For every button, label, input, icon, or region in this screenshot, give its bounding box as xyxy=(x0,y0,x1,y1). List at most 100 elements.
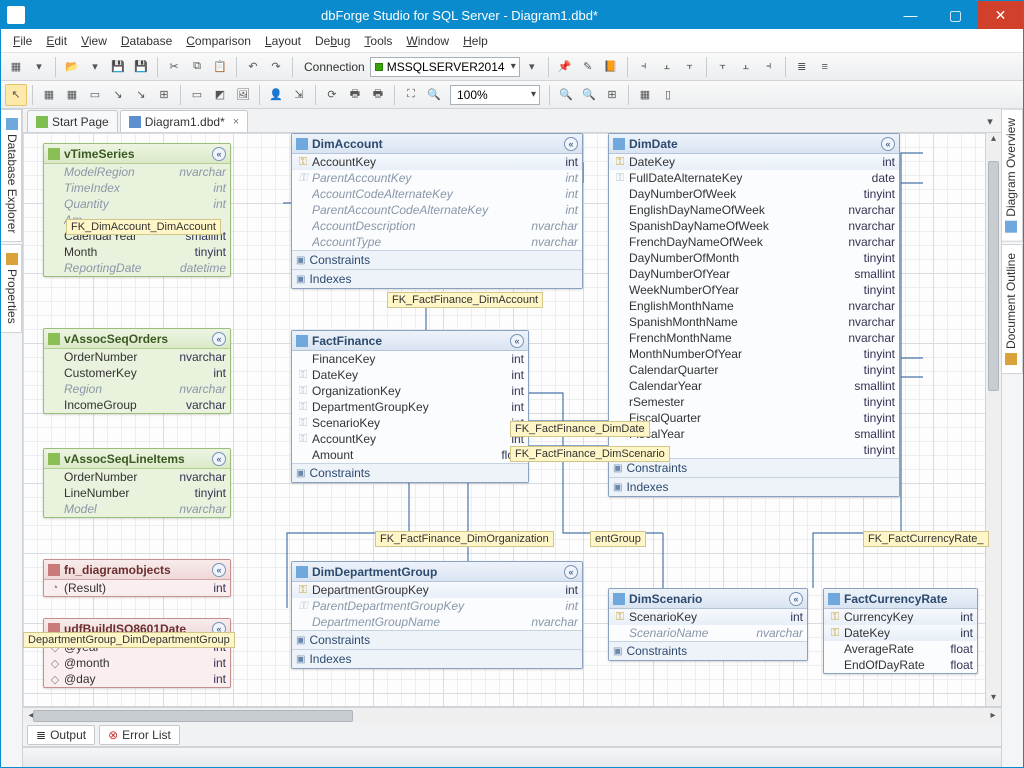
column-row[interactable]: FinanceKeyint xyxy=(292,351,528,367)
horizontal-scrollbar[interactable]: ◂▸ xyxy=(23,707,1001,723)
column-row[interactable]: CalendarYearsmallint xyxy=(609,378,899,394)
redo-button[interactable]: ↷ xyxy=(265,56,287,78)
add-virtual-relation-button[interactable]: ↘ xyxy=(130,84,152,106)
entity-vassocseqorders[interactable]: vAssocSeqOrders« OrderNumbernvarcharCust… xyxy=(43,328,231,414)
column-row[interactable]: Quantityint xyxy=(44,196,230,212)
print-button[interactable]: 🖶 xyxy=(344,84,366,106)
entity-factfinance[interactable]: FactFinance« FinanceKeyintDateKeyintOrga… xyxy=(291,330,529,483)
column-row[interactable]: DayNumberOfMonthtinyint xyxy=(609,250,899,266)
tab-overflow-button[interactable]: ▾ xyxy=(979,110,1001,132)
layout-tree-button[interactable]: ⊞ xyxy=(153,84,175,106)
menu-window[interactable]: Window xyxy=(400,32,455,50)
new-sql-button[interactable]: ▦ xyxy=(5,56,27,78)
collapse-icon[interactable]: « xyxy=(881,137,895,151)
tab-properties[interactable]: Properties xyxy=(1,244,22,333)
column-row[interactable]: DayNumberOfYearsmallint xyxy=(609,266,899,282)
entity-udfbuildiso8601date[interactable]: udfBuildISO8601Date« @yearint@monthint@d… xyxy=(43,618,231,688)
column-row[interactable]: LineNumbertinyint xyxy=(44,485,230,501)
stamp-button[interactable]: ◩ xyxy=(209,84,231,106)
section-indexes[interactable]: Indexes xyxy=(292,649,582,668)
entity-vassocseqlineitems[interactable]: vAssocSeqLineItems« OrderNumbernvarcharL… xyxy=(43,448,231,518)
collapse-icon[interactable]: « xyxy=(212,147,226,161)
entity-vtimeseries[interactable]: vTimeSeries« ModelRegionnvarcharTimeInde… xyxy=(43,143,231,277)
pin-button[interactable]: 📌 xyxy=(554,56,576,78)
column-row[interactable]: Amountfloat xyxy=(292,447,528,463)
zoom-select[interactable]: 100% xyxy=(450,85,540,105)
menu-debug[interactable]: Debug xyxy=(309,32,356,50)
column-row[interactable]: ParentDepartmentGroupKeyint xyxy=(292,598,582,614)
entity-factcurrencyrate[interactable]: FactCurrencyRate CurrencyKeyint DateKeyi… xyxy=(823,588,978,674)
distribute-h-button[interactable]: ≣ xyxy=(791,56,813,78)
new-sql-dropdown[interactable]: ▾ xyxy=(28,56,50,78)
column-row[interactable]: Monthtinyint xyxy=(44,244,230,260)
align-middle-button[interactable]: ⫠ xyxy=(735,56,757,78)
open-button[interactable]: 📂 xyxy=(61,56,83,78)
add-table-button[interactable]: ▦ xyxy=(38,84,60,106)
collapse-icon[interactable]: « xyxy=(564,565,578,579)
connection-dropdown[interactable]: ▾ xyxy=(521,56,543,78)
column-row[interactable]: EnglishDayNameOfWeeknvarchar xyxy=(609,202,899,218)
align-center-button[interactable]: ⫠ xyxy=(656,56,678,78)
column-row[interactable]: FiscalYearsmallint xyxy=(609,426,899,442)
refresh-button[interactable]: ⟳ xyxy=(321,84,343,106)
menu-comparison[interactable]: Comparison xyxy=(180,32,257,50)
tab-database-explorer[interactable]: Database Explorer xyxy=(1,109,22,242)
menu-database[interactable]: Database xyxy=(115,32,178,50)
zoom-out-button[interactable]: 🔍 xyxy=(578,84,600,106)
column-row[interactable]: ModelRegionnvarchar xyxy=(44,164,230,180)
column-row[interactable]: EnglishMonthNamenvarchar xyxy=(609,298,899,314)
column-row[interactable]: DayNumberOfWeektinyint xyxy=(609,186,899,202)
column-row[interactable]: CustomerKeyint xyxy=(44,365,230,381)
align-top-button[interactable]: ⫟ xyxy=(712,56,734,78)
user-button[interactable]: 👤 xyxy=(265,84,287,106)
menu-tools[interactable]: Tools xyxy=(358,32,398,50)
column-row[interactable]: CalendarQuartertinyint xyxy=(609,362,899,378)
entity-fn-diagramobjects[interactable]: fn_diagramobjects« (Result)int xyxy=(43,559,231,597)
column-row[interactable]: ParentAccountCodeAlternateKeyint xyxy=(292,202,582,218)
paste-button[interactable]: 📋 xyxy=(209,56,231,78)
collapse-icon[interactable]: « xyxy=(212,332,226,346)
section-indexes[interactable]: Indexes xyxy=(609,477,899,496)
align-right-button[interactable]: ⫟ xyxy=(679,56,701,78)
tab-document-outline[interactable]: Document Outline xyxy=(1002,244,1023,374)
column-row[interactable]: ReportingDatedatetime xyxy=(44,260,230,276)
menu-file[interactable]: FFileile xyxy=(7,32,38,50)
collapse-icon[interactable]: « xyxy=(510,334,524,348)
column-row[interactable]: AccountDescriptionnvarchar xyxy=(292,218,582,234)
copy-button[interactable]: ⧉ xyxy=(186,56,208,78)
column-row[interactable]: Regionnvarchar xyxy=(44,381,230,397)
column-row[interactable]: TimeIndexint xyxy=(44,180,230,196)
section-constraints[interactable]: Constraints xyxy=(292,630,582,649)
open-dropdown[interactable]: ▾ xyxy=(84,56,106,78)
entity-dimdate[interactable]: DimDate« DateKeyint FullDateAlternateKey… xyxy=(608,133,900,497)
tab-diagram-overview[interactable]: Diagram Overview xyxy=(1002,109,1023,242)
section-constraints[interactable]: Constraints xyxy=(292,463,528,482)
column-row[interactable]: @monthint xyxy=(44,655,230,671)
entity-dimaccount[interactable]: DimAccount« AccountKeyint ParentAccountK… xyxy=(291,133,583,289)
column-row[interactable]: AccountCodeAlternateKeyint xyxy=(292,186,582,202)
column-row[interactable]: AverageRatefloat xyxy=(824,641,977,657)
menu-layout[interactable]: Layout xyxy=(259,32,307,50)
column-row[interactable]: ParentAccountKeyint xyxy=(292,170,582,186)
collapse-icon[interactable]: « xyxy=(212,563,226,577)
save-button[interactable]: 💾 xyxy=(107,56,129,78)
tab-output[interactable]: ≣Output xyxy=(27,725,95,745)
add-container-button[interactable]: ▭ xyxy=(84,84,106,106)
column-row[interactable]: FrenchMonthNamenvarchar xyxy=(609,330,899,346)
add-relation-button[interactable]: ↘ xyxy=(107,84,129,106)
column-row[interactable]: @dayint xyxy=(44,671,230,687)
entity-dimscenario[interactable]: DimScenario« ScenarioKeyint ScenarioName… xyxy=(608,588,808,661)
connection-select[interactable]: MSSQLSERVER2014 xyxy=(370,57,520,77)
canvas-viewport[interactable]: vTimeSeries« ModelRegionnvarcharTimeInde… xyxy=(23,133,1001,707)
column-row[interactable]: SpanishMonthNamenvarchar xyxy=(609,314,899,330)
note-button[interactable]: ▭ xyxy=(186,84,208,106)
page-button[interactable]: ▯ xyxy=(657,84,679,106)
menu-help[interactable]: Help xyxy=(457,32,494,50)
save-all-button[interactable]: 💾 xyxy=(130,56,152,78)
close-button[interactable]: ✕ xyxy=(978,1,1023,29)
collapse-icon[interactable]: « xyxy=(564,137,578,151)
column-row[interactable]: OrganizationKeyint xyxy=(292,383,528,399)
column-row[interactable]: SpanishDayNameOfWeeknvarchar xyxy=(609,218,899,234)
column-row[interactable]: FiscalQuartertinyint xyxy=(609,410,899,426)
column-row[interactable]: ScenarioNamenvarchar xyxy=(609,625,807,641)
